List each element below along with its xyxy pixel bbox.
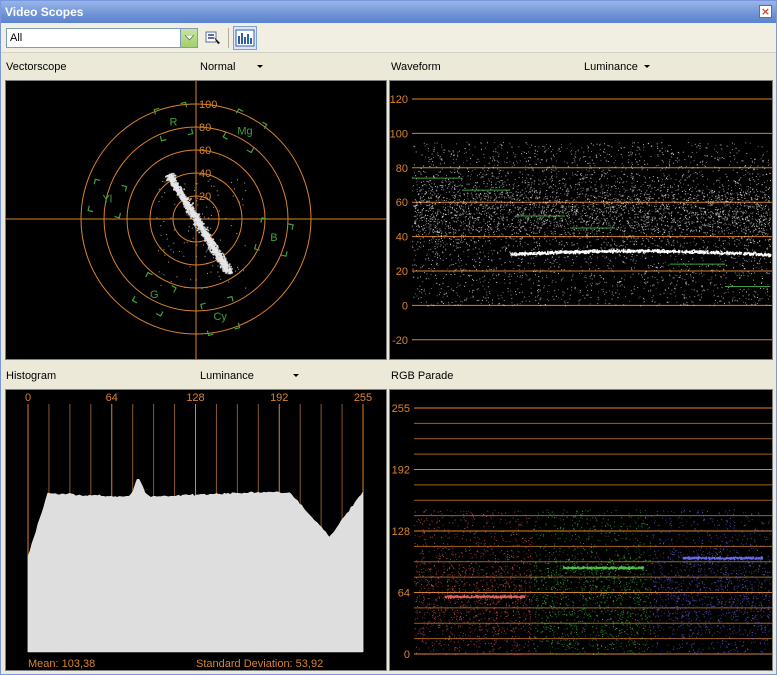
vectorscope-target-label: Cy [213,311,227,323]
histogram-panel: 0 64 128 192 255 Mean: 103,38 Standard Deviati… [5,389,387,671]
waveform-scale-label: 0 [402,300,408,312]
histogram-header: Histogram Luminance [6,363,386,389]
dropdown-button[interactable] [180,29,197,47]
waveform-scale-label: -20 [392,335,408,347]
scope-bars-icon [235,29,255,47]
waveform-header: Waveform Luminance [391,54,771,80]
histogram-plot: 0 64 128 192 255 Mean: 103,38 Standard Deviati… [25,392,372,670]
vectorscope-target-label: B [270,232,277,244]
chevron-down-icon[interactable] [644,65,650,68]
rgb-parade-title: RGB Parade [391,370,454,382]
vectorscope-ring-label: 40 [199,168,211,180]
chevron-down-icon[interactable] [293,374,299,377]
scope-select-value: All [10,32,23,44]
vectorscope-ring-label: 20 [199,191,211,203]
video-scopes-window: Video Scopes × All Vectorscope Normal Wa… [0,0,777,675]
toolbar-separator [228,28,229,48]
scopes-toggle-button[interactable] [233,26,257,50]
title-bar: Video Scopes × [1,1,776,23]
waveform-trace [412,142,772,307]
chevron-down-icon [185,35,194,41]
vectorscope-target-label: R [170,117,178,129]
rgb-parade-scale-label: 64 [398,588,410,600]
chevron-down-icon[interactable] [257,65,263,68]
histogram-title: Histogram [6,370,57,382]
scope-select[interactable]: All [6,28,198,48]
vectorscope-title: Vectorscope [6,61,67,73]
vectorscope-ring-label: 60 [199,145,211,157]
histogram-std-dev: Standard Deviation: 53,92 [196,658,323,670]
rgb-parade-header: RGB Parade [391,363,771,389]
vectorscope-mode-select[interactable]: Normal [200,54,235,80]
histogram-mode-select[interactable]: Luminance [200,363,254,389]
vectorscope-ring-label: 80 [199,122,211,134]
picker-button[interactable] [204,28,222,46]
waveform-title: Waveform [391,61,441,73]
rgb-parade-scale-label: 255 [392,403,410,415]
toolbar: All [1,23,776,53]
vectorscope-target-label: Yl [102,194,112,206]
waveform-scale-label: 120 [390,94,408,106]
rgb-parade-scale-label: 0 [404,649,410,661]
eyedropper-icon [205,31,220,44]
vectorscope-ring-label: 100 [199,99,217,111]
rgb-parade-panel: 255 192 128 64 0 [389,389,773,671]
waveform-scale-label: 100 [390,128,408,140]
waveform-plot: 120 100 80 60 40 20 0 -20 [390,94,772,347]
vectorscope-panel: 100 80 60 40 20 R Mg Yl B G Cy [5,80,387,360]
histogram-mean: Mean: 103,38 [28,658,95,670]
rgb-parade-scale-label: 128 [392,526,410,538]
close-icon: × [760,5,771,18]
histogram-scale-label: 192 [270,392,288,404]
window-title: Video Scopes [5,5,84,19]
waveform-mode-select[interactable]: Luminance [584,54,638,80]
vectorscope-target-label: G [150,289,159,301]
close-button[interactable]: × [759,5,772,18]
waveform-scale-label: 20 [396,266,408,278]
waveform-scale-label: 40 [396,232,408,244]
histogram-scale-label: 64 [106,392,118,404]
histogram-scale-label: 128 [186,392,204,404]
waveform-scale-label: 60 [396,197,408,209]
histogram-scale-label: 255 [354,392,372,404]
rgb-parade-plot: 255 192 128 64 0 [392,403,772,661]
vectorscope-target-label: Mg [237,126,252,138]
waveform-panel: 120 100 80 60 40 20 0 -20 [389,80,773,360]
waveform-scale-label: 80 [396,163,408,175]
rgb-parade-scale-label: 192 [392,465,410,477]
vectorscope-header: Vectorscope Normal [6,54,386,80]
histogram-area [27,478,364,653]
vectorscope-plot: 100 80 60 40 20 R Mg Yl B G Cy [6,81,386,359]
histogram-scale-label: 0 [25,392,31,404]
